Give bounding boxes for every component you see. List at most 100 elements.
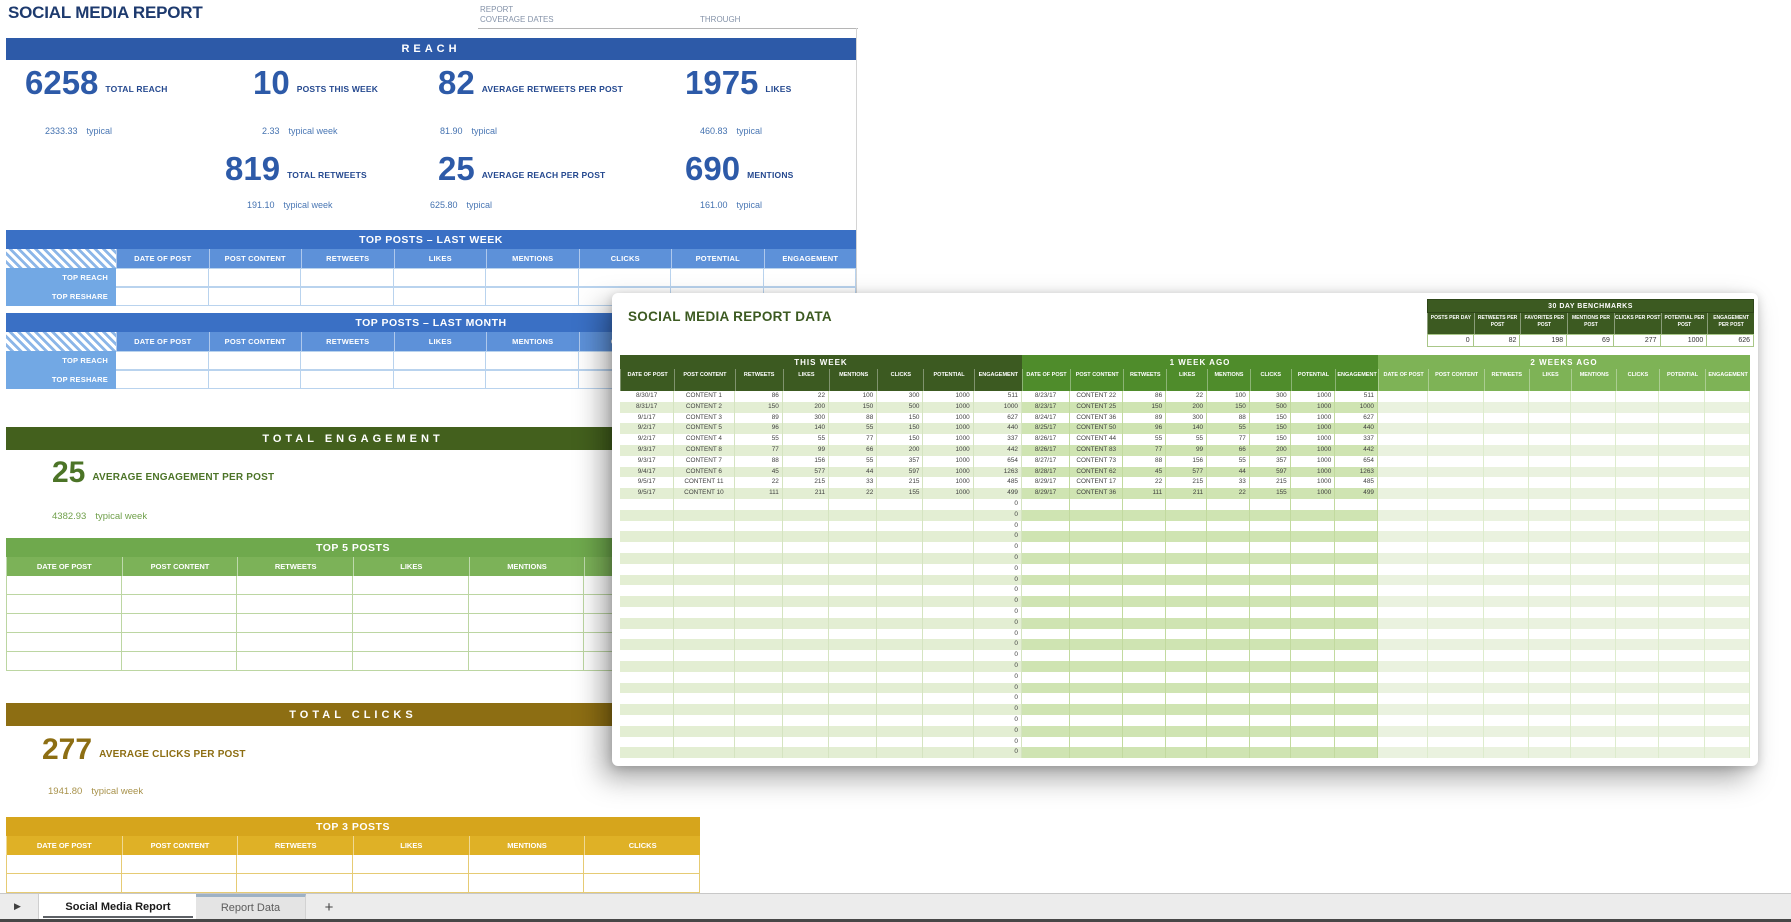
empty-cell[interactable] [122,633,238,652]
cell[interactable] [829,564,877,575]
cell[interactable]: 55 [783,434,829,445]
cell[interactable] [1166,553,1207,564]
empty-cell[interactable] [122,595,238,614]
cell[interactable] [1705,726,1750,737]
cell[interactable] [1250,672,1291,683]
cell[interactable] [1207,726,1250,737]
cell[interactable] [1659,499,1706,510]
cell[interactable]: 1000 [923,488,973,499]
cell[interactable] [829,575,877,586]
cell[interactable] [1428,467,1484,478]
cell[interactable]: 9/3/17 [620,445,674,456]
cell[interactable] [674,747,734,758]
cell[interactable] [1428,510,1484,521]
cell[interactable] [1070,596,1123,607]
cell[interactable] [1659,477,1706,488]
cell[interactable]: 1000 [923,434,973,445]
cell[interactable]: 577 [1166,467,1207,478]
cell[interactable] [1123,704,1166,715]
cell[interactable] [923,575,973,586]
cell[interactable] [620,650,674,661]
cell[interactable] [783,683,829,694]
cell[interactable] [1070,521,1123,532]
cell[interactable]: 0 [974,629,1022,640]
empty-cell[interactable] [353,576,469,595]
cell[interactable]: 0 [974,499,1022,510]
cell[interactable]: 500 [877,402,923,413]
cell[interactable] [1070,737,1123,748]
cell[interactable]: 627 [974,413,1022,424]
empty-cell[interactable] [116,268,209,287]
cell[interactable] [1484,596,1529,607]
cell[interactable] [1291,510,1336,521]
cell[interactable] [1291,521,1336,532]
cell[interactable] [1529,499,1572,510]
cell[interactable]: CONTENT 22 [1070,391,1123,402]
cell[interactable] [1705,553,1750,564]
cell[interactable]: 0 [974,607,1022,618]
cell[interactable] [1659,391,1706,402]
cell[interactable] [783,564,829,575]
cell[interactable] [1291,693,1336,704]
cell[interactable] [923,704,973,715]
cell[interactable] [923,639,973,650]
cell[interactable]: 9/1/17 [620,413,674,424]
cell[interactable] [1428,499,1484,510]
cell[interactable] [1705,650,1750,661]
cell[interactable] [735,564,783,575]
cell[interactable] [1291,704,1336,715]
cell[interactable] [1166,607,1207,618]
cell[interactable]: 1000 [1291,413,1336,424]
cell[interactable] [1616,672,1659,683]
cell[interactable] [1166,499,1207,510]
cell[interactable] [1022,693,1070,704]
cell[interactable] [1378,607,1428,618]
cell[interactable] [1166,629,1207,640]
cell[interactable]: 22 [1166,391,1207,402]
cell[interactable]: 485 [974,477,1022,488]
cell[interactable] [1571,618,1616,629]
cell[interactable] [1616,747,1659,758]
cell[interactable] [1070,575,1123,586]
cell[interactable] [1166,596,1207,607]
cell[interactable] [674,715,734,726]
cell[interactable] [829,542,877,553]
cell[interactable] [1291,726,1336,737]
cell[interactable] [1378,456,1428,467]
cell[interactable] [1705,488,1750,499]
cell[interactable] [1335,542,1378,553]
cell[interactable] [1378,510,1428,521]
cell[interactable] [735,704,783,715]
cell[interactable] [1123,510,1166,521]
cell[interactable] [1070,607,1123,618]
cell[interactable] [1378,639,1428,650]
cell[interactable] [1529,521,1572,532]
cell[interactable] [1123,564,1166,575]
cell[interactable] [829,737,877,748]
cell[interactable] [783,510,829,521]
cell[interactable]: 8/26/17 [1022,445,1070,456]
cell[interactable] [1571,661,1616,672]
cell[interactable] [1571,575,1616,586]
cell[interactable] [1484,629,1529,640]
cell[interactable] [620,585,674,596]
cell[interactable] [1571,693,1616,704]
cell[interactable] [1022,575,1070,586]
cell[interactable] [783,553,829,564]
cell[interactable] [1659,542,1706,553]
cell[interactable] [735,618,783,629]
empty-cell[interactable] [6,595,122,614]
cell[interactable] [1484,726,1529,737]
cell[interactable]: 8/23/17 [1022,402,1070,413]
cell[interactable]: 33 [1207,477,1250,488]
cell[interactable] [1659,402,1706,413]
cell[interactable]: 597 [1250,467,1291,478]
cell[interactable] [1571,683,1616,694]
cell[interactable] [1705,575,1750,586]
cell[interactable] [1529,704,1572,715]
cell[interactable] [1250,639,1291,650]
cell[interactable] [1571,564,1616,575]
cell[interactable] [1207,607,1250,618]
cell[interactable]: 1000 [1291,477,1336,488]
cell[interactable] [1571,499,1616,510]
